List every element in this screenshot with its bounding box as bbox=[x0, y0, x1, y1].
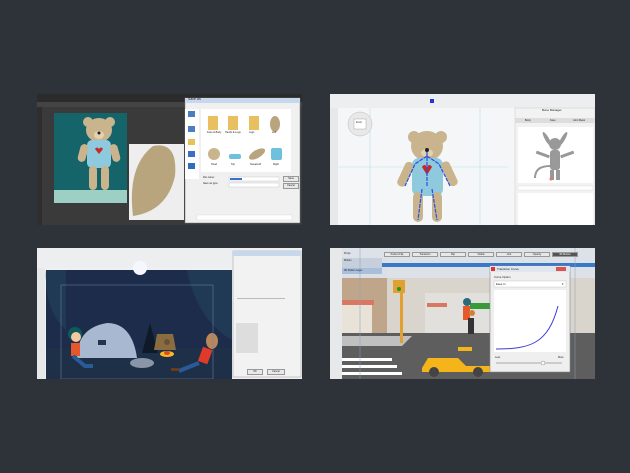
curve-option-label: Curve Option bbox=[494, 275, 511, 279]
folder-label[interactable]: Hands & Legs bbox=[225, 131, 241, 134]
bone-manager-panel bbox=[514, 107, 595, 225]
rigging-canvas bbox=[330, 94, 595, 225]
toolbar bbox=[330, 94, 595, 108]
tools-panel bbox=[330, 108, 338, 225]
track-label[interactable]: Motion bbox=[344, 259, 352, 262]
timeline-button[interactable]: Transform bbox=[412, 252, 438, 257]
track-label[interactable]: 3D Motion Layer bbox=[344, 269, 362, 272]
file-label[interactable]: Right bbox=[273, 163, 279, 166]
nav-label[interactable]: Front bbox=[356, 121, 362, 124]
photo-editor-canvas bbox=[37, 94, 302, 225]
file-name-label: File name: bbox=[203, 176, 215, 179]
timeline-button[interactable]: Opacity bbox=[524, 252, 550, 257]
curve-option-value[interactable]: Ease In bbox=[496, 282, 506, 286]
close-button bbox=[556, 267, 566, 271]
curve-graph bbox=[494, 290, 566, 352]
save-type-label: Save as type: bbox=[203, 182, 219, 185]
screenshot-photo-editor: Save As Face & Body Hands & Legs Legs Le… bbox=[37, 94, 302, 225]
ok-button[interactable]: OK bbox=[247, 369, 263, 375]
tools-panel bbox=[37, 107, 42, 225]
file-label[interactable]: Top bbox=[231, 163, 235, 166]
rock bbox=[130, 358, 154, 368]
timeline-button[interactable]: Link bbox=[496, 252, 522, 257]
panel-title: Bone Manager bbox=[542, 108, 562, 112]
less-label: Less bbox=[495, 356, 501, 359]
folder-label[interactable]: Left bbox=[272, 131, 276, 134]
moon bbox=[133, 261, 147, 275]
settings-dialog bbox=[232, 250, 302, 378]
screenshot-animation-scene: OK Cancel bbox=[37, 248, 302, 379]
timeline-buttons: Perfect Flip Transform Flip Visible Link… bbox=[384, 252, 578, 257]
tab-body[interactable]: Body bbox=[525, 119, 531, 122]
scene-canvas bbox=[37, 248, 302, 379]
timeline-button[interactable]: Perfect Flip bbox=[384, 252, 410, 257]
folder-label[interactable]: Legs bbox=[249, 131, 254, 134]
dialog-title: Save As bbox=[188, 97, 201, 101]
chevron-down-icon[interactable]: ▾ bbox=[562, 282, 564, 286]
file-label[interactable]: Sweatcuff bbox=[250, 163, 261, 166]
screenshot-bone-rigging: Bone Manager Body Face Joint Mask Front bbox=[330, 94, 595, 225]
save-button[interactable]: Save bbox=[283, 176, 299, 182]
more-label: More bbox=[558, 356, 564, 359]
timeline-button[interactable]: 3D Motion bbox=[552, 252, 578, 257]
cancel-button[interactable]: Cancel bbox=[283, 183, 299, 189]
tools-panel bbox=[330, 248, 342, 379]
tab-face[interactable]: Face bbox=[550, 119, 556, 122]
cancel-button[interactable]: Cancel bbox=[267, 369, 285, 375]
screenshot-transition-curve: Transition Curve Curve Option Ease In ▾ … bbox=[330, 248, 595, 379]
track-label[interactable]: Props bbox=[344, 252, 351, 255]
tab-joint-mask[interactable]: Joint Mask bbox=[573, 119, 585, 122]
file-label[interactable]: Head bbox=[211, 163, 217, 166]
slider-thumb bbox=[540, 360, 546, 366]
folder-label[interactable]: Face & Body bbox=[207, 131, 221, 134]
save-as-dialog bbox=[184, 97, 301, 224]
tools-panel bbox=[37, 268, 45, 379]
timeline-button[interactable]: Flip bbox=[440, 252, 466, 257]
street-canvas bbox=[330, 248, 595, 379]
dialog-title: Transition Curve bbox=[497, 267, 519, 271]
timeline-button[interactable]: Visible bbox=[468, 252, 494, 257]
